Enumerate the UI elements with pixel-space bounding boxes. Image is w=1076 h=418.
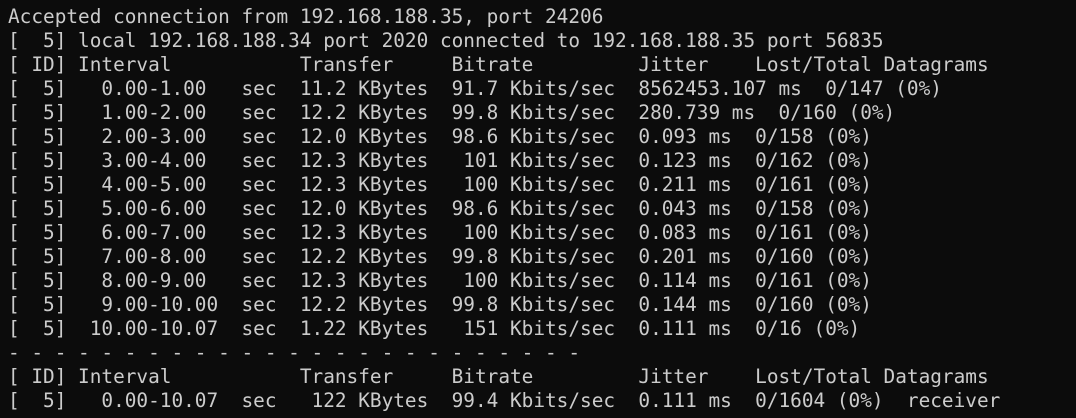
terminal-line-interval-row: [ 5] 9.00-10.00 sec 12.2 KBytes 99.8 Kbi… [8, 293, 872, 316]
terminal-line-summary-header: [ ID] Interval Transfer Bitrate Jitter L… [8, 365, 989, 388]
terminal-line-interval-row: [ 5] 3.00-4.00 sec 12.3 KBytes 101 Kbits… [8, 149, 872, 172]
terminal-line-local-connection: [ 5] local 192.168.188.34 port 2020 conn… [8, 29, 884, 52]
terminal-line-interval-row: [ 5] 7.00-8.00 sec 12.2 KBytes 99.8 Kbit… [8, 245, 872, 268]
terminal-line-interval-row: [ 5] 6.00-7.00 sec 12.3 KBytes 100 Kbits… [8, 221, 872, 244]
terminal-line-interval-row: [ 5] 0.00-1.00 sec 11.2 KBytes 91.7 Kbit… [8, 77, 942, 100]
terminal-line-interval-row: [ 5] 4.00-5.00 sec 12.3 KBytes 100 Kbits… [8, 173, 872, 196]
terminal-line-interval-row: [ 5] 1.00-2.00 sec 12.2 KBytes 99.8 Kbit… [8, 101, 896, 124]
terminal-line-separator: - - - - - - - - - - - - - - - - - - - - … [8, 341, 581, 364]
terminal-line-interval-row: [ 5] 5.00-6.00 sec 12.0 KBytes 98.6 Kbit… [8, 197, 872, 220]
terminal-line-interval-row: [ 5] 8.00-9.00 sec 12.3 KBytes 100 Kbits… [8, 269, 872, 292]
terminal-output[interactable]: Accepted connection from 192.168.188.35,… [0, 0, 1076, 418]
terminal-line-table-header: [ ID] Interval Transfer Bitrate Jitter L… [8, 53, 989, 76]
terminal-line-interval-row: [ 5] 2.00-3.00 sec 12.0 KBytes 98.6 Kbit… [8, 125, 872, 148]
terminal-line-interval-row: [ 5] 10.00-10.07 sec 1.22 KBytes 151 Kbi… [8, 317, 861, 340]
terminal-line-summary-receiver: [ 5] 0.00-10.07 sec 122 KBytes 99.4 Kbit… [8, 389, 1001, 412]
terminal-line-accepted-connection: Accepted connection from 192.168.188.35,… [8, 5, 604, 28]
